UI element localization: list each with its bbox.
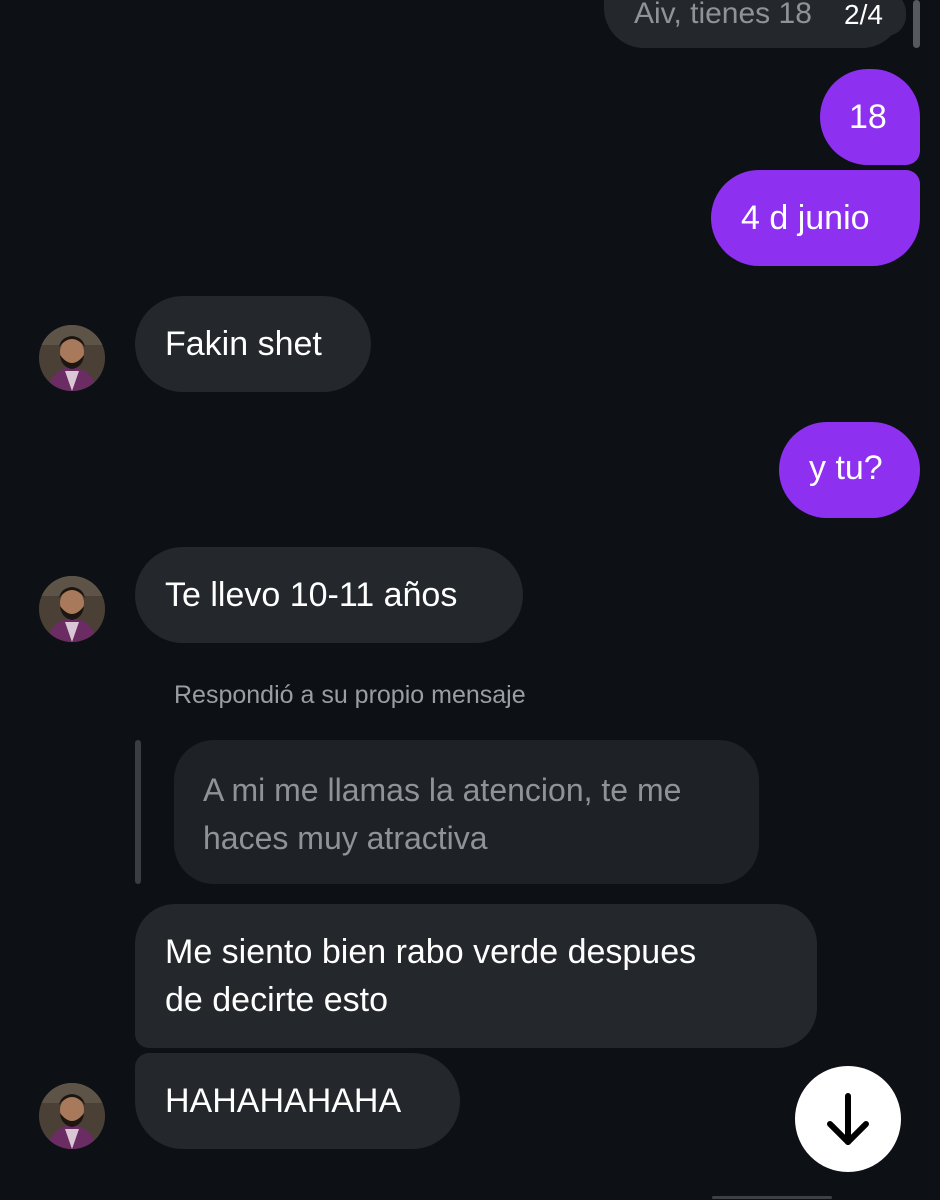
incoming-message-rabo-verde[interactable]: Me siento bien rabo verde despues de dec… [135,904,817,1048]
message-text: 4 d junio [741,199,870,237]
message-text: 18 [849,98,887,136]
quoted-message-line-1: A mi me llamas la atencion, te me [203,772,682,808]
avatar-photo [39,1083,105,1149]
reply-note: Respondió a su propio mensaje [174,681,526,709]
message-text: HAHAHAHAHA [165,1082,402,1120]
incoming-message-haha[interactable]: HAHAHAHAHA [135,1053,460,1149]
message-text-line-2: de decirte esto [165,981,389,1019]
reply-quote-bar [135,740,141,884]
message-text-line-1: Me siento bien rabo verde despues [165,933,697,971]
incoming-message-te-llevo[interactable]: Te llevo 10-11 años [135,547,523,643]
scroll-to-bottom-button[interactable] [795,1066,901,1172]
outgoing-message-birthday[interactable]: 4 d junio [711,170,920,266]
arrow-down-icon [827,1093,869,1145]
contact-avatar[interactable] [39,325,105,391]
scrollbar[interactable] [913,0,920,48]
contact-avatar[interactable] [39,1083,105,1149]
media-counter-text: 2/4 [844,0,883,30]
bottom-partial-status [712,1188,872,1200]
incoming-message-fakin[interactable]: Fakin shet [135,296,371,392]
outgoing-message-age[interactable]: 18 [820,69,920,165]
message-text: Te llevo 10-11 años [165,576,458,614]
message-text: y tu? [809,449,883,487]
avatar-photo [39,576,105,642]
contact-avatar[interactable] [39,576,105,642]
top-partial-message-text: Aiv, tienes 18 [634,0,812,30]
message-text: Fakin shet [165,325,322,363]
media-counter-badge: 2/4 [826,0,906,36]
outgoing-message-ytu[interactable]: y tu? [779,422,920,518]
quoted-message[interactable]: A mi me llamas la atencion, te me haces … [174,740,759,884]
quoted-message-line-2: haces muy atractiva [203,820,488,856]
avatar-photo [39,325,105,391]
